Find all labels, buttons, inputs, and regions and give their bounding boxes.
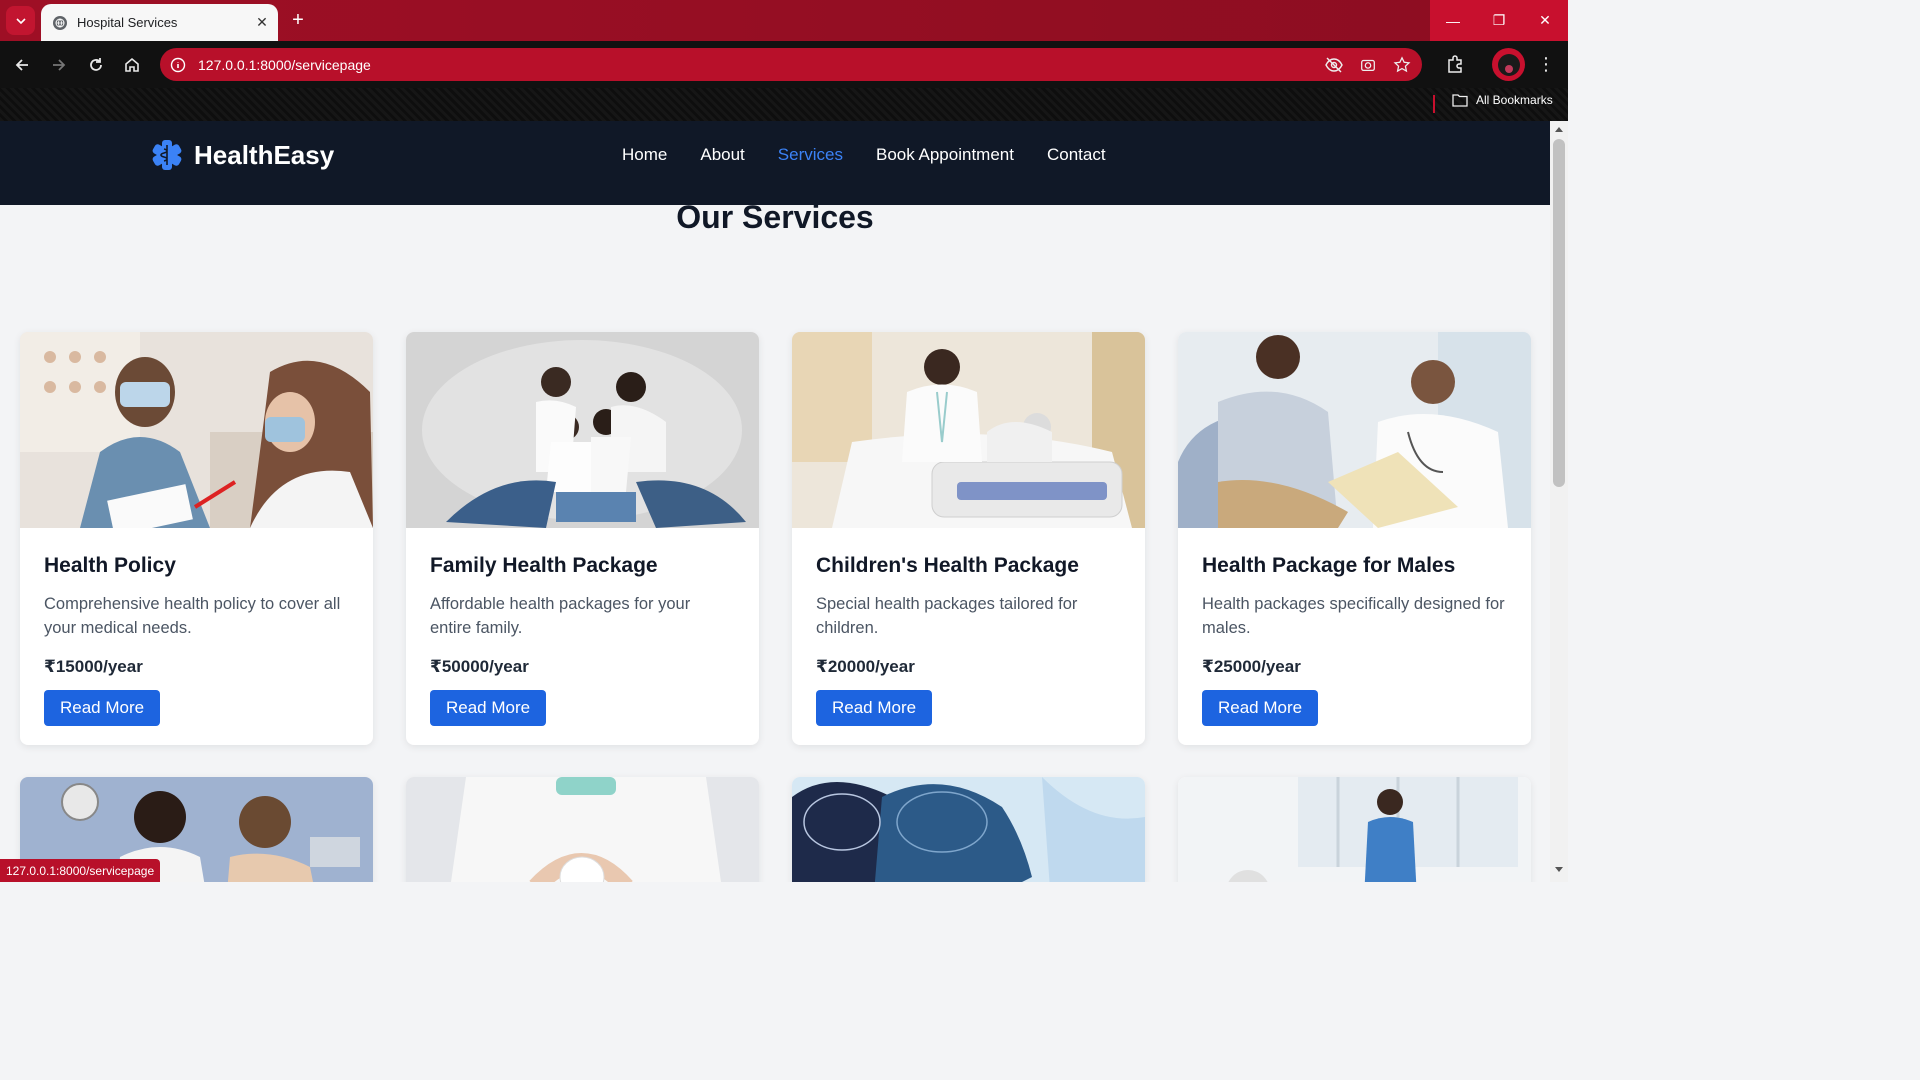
window-controls: — ❐ ✕	[1430, 0, 1568, 41]
service-title: Family Health Package	[430, 554, 658, 577]
service-title: Health Policy	[44, 554, 176, 577]
service-title: Health Package for Males	[1202, 554, 1456, 577]
nav-services[interactable]: Services	[778, 145, 843, 165]
service-title: Children's Health Package	[816, 554, 1079, 577]
read-more-button[interactable]: Read More	[430, 690, 547, 726]
read-more-button[interactable]: Read More	[816, 690, 933, 726]
page-title: Our Services	[676, 199, 874, 235]
service-card	[792, 777, 1145, 882]
minimize-icon[interactable]: —	[1430, 0, 1476, 41]
browser-menu-icon[interactable]: ⋮	[1536, 52, 1556, 76]
service-image	[1178, 332, 1531, 528]
nav-book-appointment[interactable]: Book Appointment	[876, 145, 1014, 165]
service-card: Family Health Package Affordable health …	[406, 332, 759, 745]
service-image	[792, 777, 1145, 882]
scrollbar-thumb[interactable]	[1553, 139, 1565, 487]
service-description: Health packages specifically designed fo…	[1202, 595, 1505, 637]
close-tab-icon[interactable]: ✕	[251, 12, 273, 34]
address-bar[interactable]: 127.0.0.1:8000/servicepage	[160, 48, 1422, 81]
service-image	[792, 332, 1145, 528]
service-price: ₹15000/year	[44, 657, 143, 676]
nav-contact[interactable]: Contact	[1047, 145, 1106, 165]
bookmarks-divider	[1433, 95, 1435, 113]
brand-name: HealthEasy	[194, 139, 335, 170]
service-description: Special health packages tailored for chi…	[816, 595, 1078, 637]
site-navbar: HealthEasy Home About Services Book Appo…	[0, 121, 1550, 205]
browser-tab-strip: Hospital Services ✕ + — ❐ ✕	[0, 0, 1568, 41]
link-status-bubble: 127.0.0.1:8000/servicepage	[0, 859, 161, 882]
service-description: Affordable health packages for your enti…	[430, 595, 691, 637]
bookmarks-bar	[0, 88, 1568, 121]
forward-icon[interactable]	[46, 52, 72, 78]
close-window-icon[interactable]: ✕	[1522, 0, 1568, 41]
read-more-button[interactable]: Read More	[44, 690, 161, 726]
service-image	[1178, 777, 1531, 882]
scroll-down-icon[interactable]	[1554, 866, 1564, 874]
read-more-button[interactable]: Read More	[1202, 690, 1319, 726]
all-bookmarks-label: All Bookmarks	[1476, 93, 1553, 107]
tab-title: Hospital Services	[77, 15, 178, 30]
main-nav: Home About Services Book Appointment Con…	[622, 145, 1106, 165]
site-logo[interactable]: HealthEasy	[150, 138, 334, 172]
folder-icon	[1452, 94, 1468, 107]
service-price: ₹25000/year	[1202, 657, 1301, 676]
profile-avatar[interactable]	[1492, 48, 1525, 81]
scroll-up-icon[interactable]	[1554, 125, 1564, 133]
globe-icon	[53, 15, 67, 30]
tab-search-button[interactable]	[6, 6, 35, 35]
nav-about[interactable]: About	[700, 145, 744, 165]
screenshot-icon[interactable]	[1358, 55, 1378, 75]
home-icon[interactable]	[119, 52, 145, 78]
browser-tab[interactable]: Hospital Services ✕	[41, 4, 278, 41]
service-card	[1178, 777, 1531, 882]
service-image	[406, 332, 759, 528]
page-viewport: HealthEasy Home About Services Book Appo…	[0, 121, 1550, 882]
service-image	[406, 777, 759, 882]
service-card: Health Package for Males Health packages…	[1178, 332, 1531, 745]
service-description: Comprehensive health policy to cover all…	[44, 595, 341, 637]
restore-icon[interactable]: ❐	[1476, 0, 1522, 41]
service-price: ₹20000/year	[816, 657, 915, 676]
service-card: Children's Health Package Special health…	[792, 332, 1145, 745]
url-text: 127.0.0.1:8000/servicepage	[198, 56, 371, 73]
service-price: ₹50000/year	[430, 657, 529, 676]
all-bookmarks-button[interactable]: All Bookmarks	[1452, 93, 1553, 107]
chevron-down-icon	[15, 17, 26, 24]
new-tab-icon[interactable]: +	[286, 8, 310, 32]
back-icon[interactable]	[9, 52, 35, 78]
nav-home[interactable]: Home	[622, 145, 667, 165]
eye-off-icon[interactable]	[1324, 55, 1344, 75]
medical-star-icon	[152, 140, 182, 170]
service-image	[20, 332, 373, 528]
service-card	[406, 777, 759, 882]
service-card: Health Policy Comprehensive health polic…	[20, 332, 373, 745]
site-info-icon[interactable]	[169, 56, 186, 73]
extensions-icon[interactable]	[1443, 52, 1467, 76]
bookmark-star-icon[interactable]	[1392, 55, 1412, 75]
reload-icon[interactable]	[83, 52, 109, 78]
